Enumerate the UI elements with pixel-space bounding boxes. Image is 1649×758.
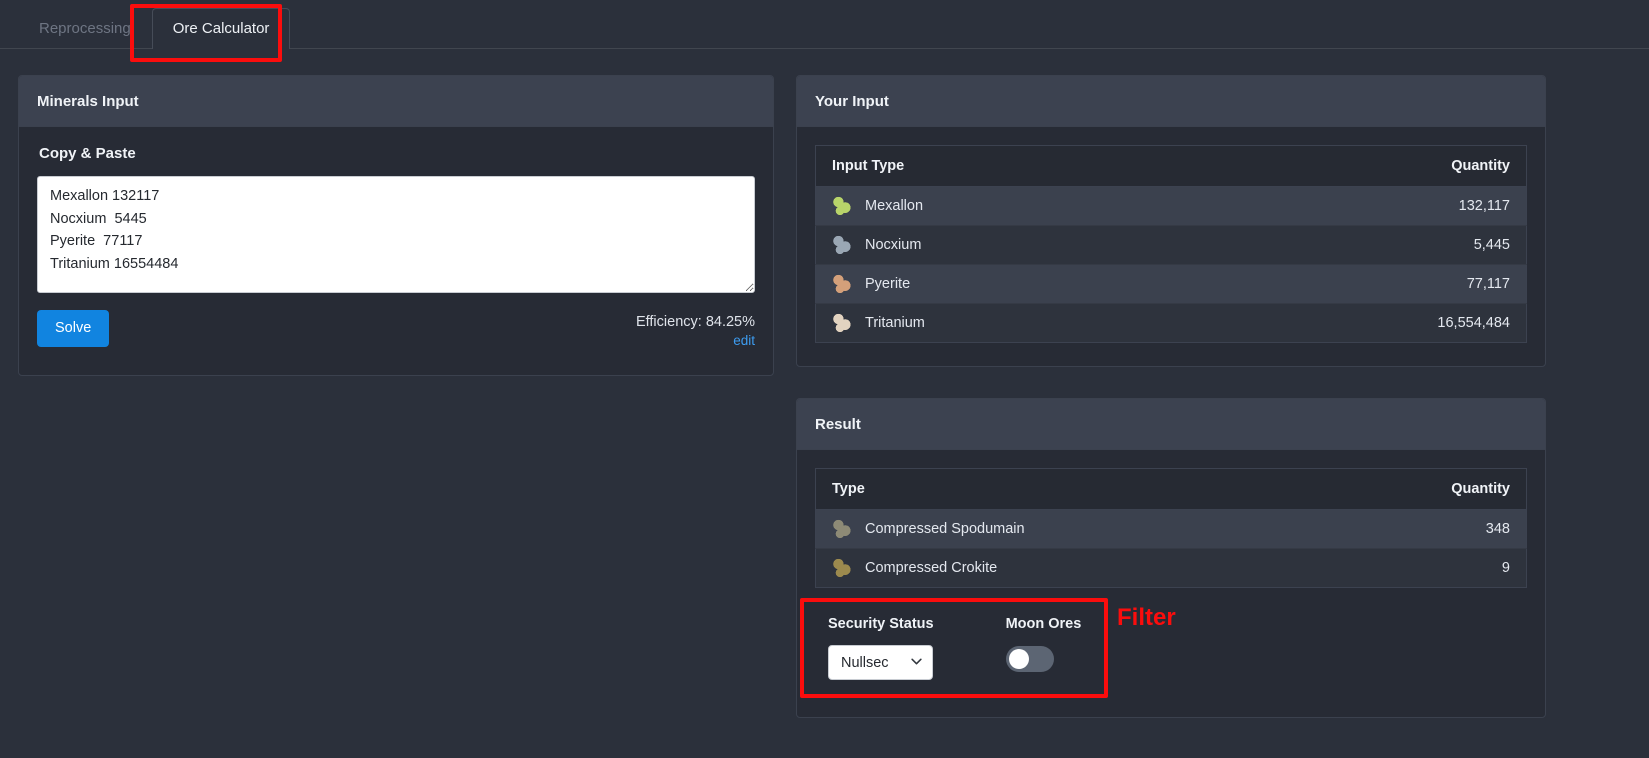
tritanium-ore-icon — [832, 313, 852, 333]
ore-quantity: 348 — [1321, 509, 1527, 549]
security-status-value: Nullsec — [841, 654, 889, 671]
security-status-group: Security Status Nullsec — [828, 616, 934, 680]
your-input-table: Input Type Quantity Mexallon 132,117 Noc… — [815, 145, 1527, 343]
solve-row: Solve Efficiency: 84.25% edit — [37, 310, 755, 350]
mineral-quantity: 132,117 — [1202, 186, 1527, 226]
moon-ores-toggle[interactable] — [1005, 646, 1054, 672]
ore-calculator-page: Reprocessing Ore Calculator Minerals Inp… — [0, 0, 1649, 758]
mineral-name: Nocxium — [865, 237, 922, 253]
moon-ores-label: Moon Ores — [1005, 616, 1082, 632]
your-input-body: Input Type Quantity Mexallon 132,117 Noc… — [797, 127, 1545, 361]
pyerite-ore-icon — [832, 274, 852, 294]
result-title: Result — [815, 415, 861, 433]
ore-name: Compressed Spodumain — [865, 521, 1025, 537]
toggle-knob — [1008, 649, 1029, 669]
ore-quantity: 9 — [1321, 548, 1527, 588]
your-input-table-head: Input Type Quantity — [815, 145, 1527, 187]
minerals-input-panel: Minerals Input Copy & Paste Solve Effici… — [18, 75, 774, 376]
mineral-quantity: 77,117 — [1202, 264, 1527, 304]
column-header-type: Type — [815, 468, 1322, 510]
result-table: Type Quantity Compressed Spodumain 348 C… — [815, 468, 1527, 588]
minerals-input-body: Copy & Paste Solve Efficiency: 84.25% ed… — [19, 127, 773, 368]
mineral-quantity: 5,445 — [1202, 225, 1527, 265]
table-row: Mexallon 132,117 — [815, 186, 1527, 226]
minerals-input-header: Minerals Input — [19, 76, 773, 127]
edit-efficiency-link[interactable]: edit — [733, 333, 755, 348]
mexallon-ore-icon — [832, 196, 852, 216]
security-status-label: Security Status — [828, 616, 934, 632]
solve-button[interactable]: Solve — [37, 310, 110, 347]
mineral-name: Tritanium — [865, 315, 925, 331]
column-header-quantity: Quantity — [1321, 468, 1527, 510]
your-input-header: Your Input — [797, 76, 1545, 127]
tab-list: Reprocessing Ore Calculator — [0, 0, 1649, 49]
minerals-input-title: Minerals Input — [37, 92, 139, 110]
column-header-quantity: Quantity — [1202, 145, 1527, 187]
tab-reprocessing[interactable]: Reprocessing — [18, 8, 152, 49]
mineral-name: Pyerite — [865, 276, 911, 292]
mineral-name: Mexallon — [865, 198, 924, 214]
result-table-body: Compressed Spodumain 348 Compressed Crok… — [815, 509, 1527, 588]
compressed-crokite-icon — [832, 558, 852, 578]
security-status-select[interactable]: Nullsec — [828, 645, 933, 680]
table-row: Compressed Crokite 9 — [815, 548, 1527, 588]
your-input-title: Your Input — [815, 92, 889, 110]
efficiency-block: Efficiency: 84.25% edit — [636, 310, 755, 350]
tab-ore-calculator[interactable]: Ore Calculator — [151, 8, 291, 49]
mineral-quantity: 16,554,484 — [1202, 303, 1527, 343]
table-row: Compressed Spodumain 348 — [815, 509, 1527, 549]
chevron-down-icon — [911, 658, 922, 665]
result-body: Type Quantity Compressed Spodumain 348 C… — [797, 450, 1545, 606]
moon-ores-group: Moon Ores — [1005, 616, 1082, 672]
efficiency-value: Efficiency: 84.25% — [635, 314, 755, 330]
table-row: Nocxium 5,445 — [815, 225, 1527, 265]
filter-bar: Security Status Nullsec Moon Ores — [814, 602, 1106, 695]
nocxium-ore-icon — [832, 235, 852, 255]
copy-paste-label: Copy & Paste — [39, 145, 136, 162]
result-header: Result — [797, 399, 1545, 450]
result-table-head: Type Quantity — [815, 468, 1527, 510]
compressed-spodumain-icon — [832, 519, 852, 539]
table-header-row: Input Type Quantity — [815, 145, 1527, 187]
column-header-input-type: Input Type — [815, 145, 1203, 187]
minerals-paste-input[interactable] — [37, 176, 755, 293]
table-header-row: Type Quantity — [815, 468, 1527, 510]
table-row: Tritanium 16,554,484 — [815, 303, 1527, 343]
your-input-panel: Your Input Input Type Quantity Mexallon — [796, 75, 1546, 367]
table-row: Pyerite 77,117 — [815, 264, 1527, 304]
ore-name: Compressed Crokite — [865, 560, 998, 576]
your-input-table-body: Mexallon 132,117 Nocxium 5,445 Pyerite 7… — [815, 186, 1527, 343]
tab-bar: Reprocessing Ore Calculator — [0, 0, 1649, 49]
